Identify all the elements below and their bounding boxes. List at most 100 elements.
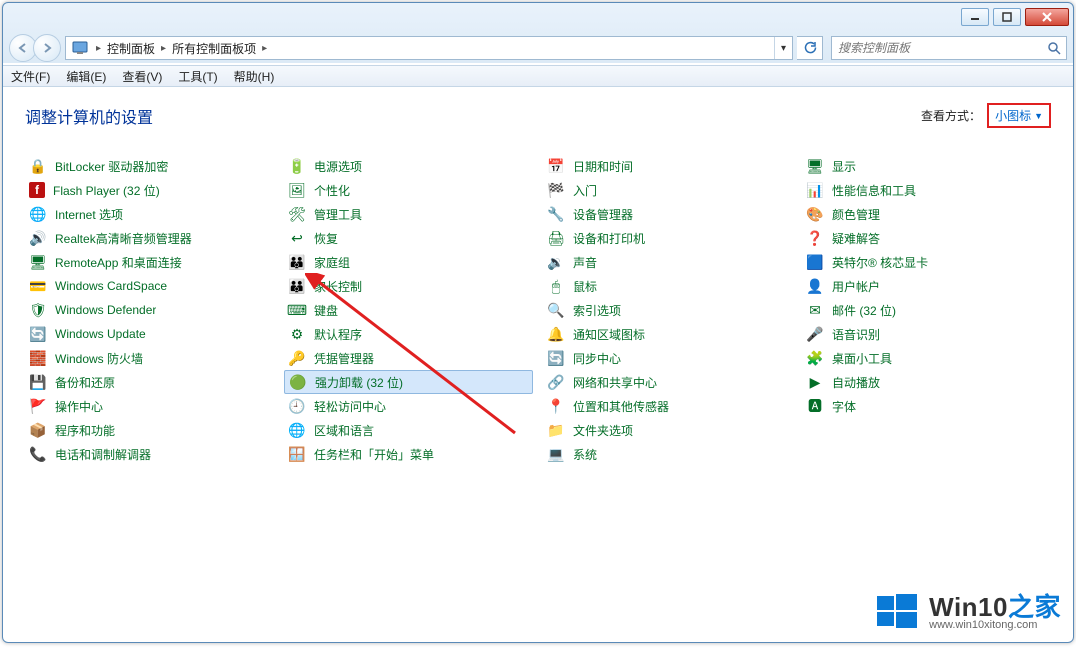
close-button[interactable]: [1025, 8, 1069, 26]
backup-icon: 💾: [29, 373, 47, 391]
cp-item-ease-access[interactable]: 🕘轻松访问中心: [284, 394, 533, 418]
address-bar[interactable]: ▸ 控制面板 ▸ 所有控制面板项 ▸ ▾: [65, 36, 793, 60]
mail-icon: ✉: [806, 301, 824, 319]
cp-item-label: 电源选项: [314, 158, 362, 175]
cp-item-notif-icons[interactable]: 🔔通知区域图标: [543, 322, 792, 346]
date-time-icon: 📅: [547, 157, 565, 175]
cp-item-label: 桌面小工具: [832, 350, 892, 367]
cp-item-label: 颜色管理: [832, 206, 880, 223]
cp-item-internet[interactable]: 🌐Internet 选项: [25, 202, 274, 226]
remoteapp-icon: 🖥: [29, 253, 47, 271]
cp-item-credential[interactable]: 🔑凭据管理器: [284, 346, 533, 370]
menu-view[interactable]: 查看(V): [122, 68, 162, 85]
forward-button[interactable]: [33, 34, 61, 62]
cp-item-label: 文件夹选项: [573, 422, 633, 439]
cp-item-label: Internet 选项: [55, 206, 123, 223]
cp-item-display[interactable]: 🖥显示: [802, 154, 1051, 178]
cp-item-backup[interactable]: 💾备份和还原: [25, 370, 274, 394]
cp-item-label: Flash Player (32 位): [53, 182, 160, 199]
menu-help[interactable]: 帮助(H): [234, 68, 275, 85]
cp-item-admin-tools[interactable]: 🛠管理工具: [284, 202, 533, 226]
cp-item-realtek[interactable]: 🔊Realtek高清晰音频管理器: [25, 226, 274, 250]
cp-item-mail[interactable]: ✉邮件 (32 位): [802, 298, 1051, 322]
cp-item-region-lang[interactable]: 🌐区域和语言: [284, 418, 533, 442]
cp-item-keyboard[interactable]: ⌨键盘: [284, 298, 533, 322]
cp-item-phone-modem[interactable]: 📞电话和调制解调器: [25, 442, 274, 466]
breadcrumb-current[interactable]: 所有控制面板项: [168, 37, 260, 59]
viewby-dropdown[interactable]: 小图标 ▼: [987, 103, 1051, 128]
cp-item-parental[interactable]: 👪家长控制: [284, 274, 533, 298]
cp-item-get-started[interactable]: 🏁入门: [543, 178, 792, 202]
sync-center-icon: 🔄: [547, 349, 565, 367]
menu-edit[interactable]: 编辑(E): [66, 68, 106, 85]
cp-item-default-prog[interactable]: ⚙默认程序: [284, 322, 533, 346]
cp-item-color-mgmt[interactable]: 🎨颜色管理: [802, 202, 1051, 226]
cp-item-action-center[interactable]: 🚩操作中心: [25, 394, 274, 418]
cp-item-flash[interactable]: f Flash Player (32 位): [25, 178, 274, 202]
personalize-icon: 🖼: [288, 181, 306, 199]
cp-item-label: 设备和打印机: [573, 230, 645, 247]
cp-item-update[interactable]: 🔄Windows Update: [25, 322, 274, 346]
cp-item-defender[interactable]: 🛡Windows Defender: [25, 298, 274, 322]
menu-file[interactable]: 文件(F): [11, 68, 50, 85]
cp-item-programs[interactable]: 📦程序和功能: [25, 418, 274, 442]
cp-item-sound[interactable]: 🔉声音: [543, 250, 792, 274]
fonts-icon: 🅰: [806, 397, 824, 415]
cp-item-troubleshoot[interactable]: ❓疑难解答: [802, 226, 1051, 250]
cp-item-remoteapp[interactable]: 🖥RemoteApp 和桌面连接: [25, 250, 274, 274]
cp-item-mouse[interactable]: 🖱鼠标: [543, 274, 792, 298]
cp-item-sync-center[interactable]: 🔄同步中心: [543, 346, 792, 370]
control-panel-icon: [70, 38, 90, 58]
cp-item-taskbar[interactable]: 🪟任务栏和「开始」菜单: [284, 442, 533, 466]
cp-item-label: 显示: [832, 158, 856, 175]
cp-item-devices-print[interactable]: 🖨设备和打印机: [543, 226, 792, 250]
maximize-button[interactable]: [993, 8, 1021, 26]
cp-item-power[interactable]: 🔋电源选项: [284, 154, 533, 178]
cp-item-cardspace[interactable]: 💳Windows CardSpace: [25, 274, 274, 298]
cp-item-fonts[interactable]: 🅰字体: [802, 394, 1051, 418]
minimize-button[interactable]: [961, 8, 989, 26]
breadcrumb-root[interactable]: 控制面板: [103, 37, 159, 59]
cp-item-personalize[interactable]: 🖼个性化: [284, 178, 533, 202]
cp-item-folder-opt[interactable]: 📁文件夹选项: [543, 418, 792, 442]
parental-icon: 👪: [288, 277, 306, 295]
cp-item-date-time[interactable]: 📅日期和时间: [543, 154, 792, 178]
loc-sensors-icon: 📍: [547, 397, 565, 415]
cp-item-label: 系统: [573, 446, 597, 463]
cp-item-homegroup[interactable]: 👪家庭组: [284, 250, 533, 274]
cp-item-autoplay[interactable]: ▶自动播放: [802, 370, 1051, 394]
menu-tools[interactable]: 工具(T): [178, 68, 217, 85]
address-dropdown[interactable]: ▾: [774, 37, 792, 59]
programs-icon: 📦: [29, 421, 47, 439]
cardspace-icon: 💳: [29, 277, 47, 295]
region-lang-icon: 🌐: [288, 421, 306, 439]
cp-item-user-acct[interactable]: 👤用户帐户: [802, 274, 1051, 298]
cp-item-perf-info[interactable]: 📊性能信息和工具: [802, 178, 1051, 202]
cp-item-device-mgr[interactable]: 🔧设备管理器: [543, 202, 792, 226]
cp-item-loc-sensors[interactable]: 📍位置和其他传感器: [543, 394, 792, 418]
cp-item-label: 键盘: [314, 302, 338, 319]
cp-item-force-uninst[interactable]: 🟢强力卸载 (32 位): [284, 370, 533, 394]
autoplay-icon: ▶: [806, 373, 824, 391]
cp-item-gadgets[interactable]: 🧩桌面小工具: [802, 346, 1051, 370]
refresh-button[interactable]: [797, 36, 823, 60]
cp-item-label: 强力卸载 (32 位): [315, 374, 403, 391]
taskbar-icon: 🪟: [288, 445, 306, 463]
cp-item-system[interactable]: 💻系统: [543, 442, 792, 466]
cp-item-network-share[interactable]: 🔗网络和共享中心: [543, 370, 792, 394]
cp-item-bitlocker[interactable]: 🔒BitLocker 驱动器加密: [25, 154, 274, 178]
search-box[interactable]: [831, 36, 1067, 60]
search-input[interactable]: [832, 41, 1042, 55]
cp-item-intel-gfx[interactable]: 🟦英特尔® 核芯显卡: [802, 250, 1051, 274]
flash-icon: f: [29, 182, 45, 198]
cp-item-indexing[interactable]: 🔍索引选项: [543, 298, 792, 322]
cp-item-label: 通知区域图标: [573, 326, 645, 343]
troubleshoot-icon: ❓: [806, 229, 824, 247]
cp-item-firewall[interactable]: 🧱Windows 防火墙: [25, 346, 274, 370]
search-icon[interactable]: [1042, 41, 1066, 55]
cp-item-speech[interactable]: 🎤语音识别: [802, 322, 1051, 346]
cp-item-label: 设备管理器: [573, 206, 633, 223]
cp-item-recovery[interactable]: ↩恢复: [284, 226, 533, 250]
admin-tools-icon: 🛠: [288, 205, 306, 223]
recovery-icon: ↩: [288, 229, 306, 247]
